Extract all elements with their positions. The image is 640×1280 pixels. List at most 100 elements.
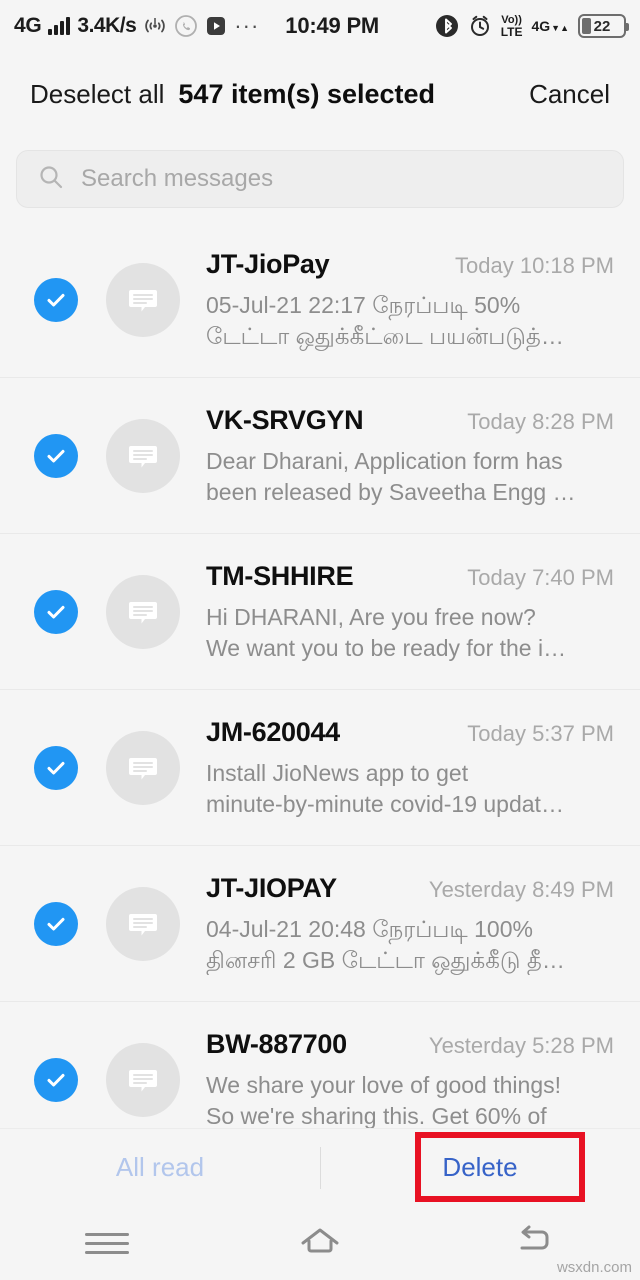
message-sender: JT-JioPay	[206, 249, 330, 280]
message-preview-line-1: 05-Jul-21 22:17 நேரப்படி 50%	[206, 292, 521, 319]
message-preview: Dear Dharani, Application form has been …	[206, 446, 614, 507]
battery-icon: 22	[578, 14, 629, 38]
message-preview-line-2: minute-by-minute covid-19 updat…	[206, 790, 564, 817]
table-row[interactable]: TM-SHHIRE Today 7:40 PM Hi DHARANI, Are …	[0, 534, 640, 690]
message-avatar-icon	[106, 263, 180, 337]
message-preview-line-2: been released by Saveetha Engg …	[206, 478, 576, 505]
message-avatar-icon	[106, 1043, 180, 1117]
message-body: VK-SRVGYN Today 8:28 PM Dear Dharani, Ap…	[206, 405, 618, 507]
status-bar-left: 4G 3.4K/s ···	[14, 14, 259, 38]
message-preview-line-2: So we're sharing this. Get 60% of	[206, 1102, 547, 1129]
data-arrows-icon: ▼▲	[551, 23, 569, 33]
message-preview-line-1: 04-Jul-21 20:48 நேரப்படி 100%	[206, 916, 533, 943]
message-avatar-icon	[106, 419, 180, 493]
message-preview-line-2: We want you to be ready for the i…	[206, 634, 567, 661]
message-preview: 04-Jul-21 20:48 நேரப்படி 100% தினசரி 2 G…	[206, 914, 614, 975]
message-sender: TM-SHHIRE	[206, 561, 354, 592]
menu-button[interactable]	[0, 1227, 213, 1260]
table-row[interactable]: JT-JioPay Today 10:18 PM 05-Jul-21 22:17…	[0, 222, 640, 378]
message-top-line: VK-SRVGYN Today 8:28 PM	[206, 405, 614, 436]
battery-percent-label: 22	[593, 17, 611, 35]
hotspot-icon	[143, 15, 167, 37]
message-time: Today 8:28 PM	[467, 409, 614, 435]
message-time: Yesterday 8:49 PM	[428, 877, 614, 903]
message-list[interactable]: JT-JioPay Today 10:18 PM 05-Jul-21 22:17…	[0, 222, 640, 1128]
message-preview-line-1: Install JioNews app to get	[206, 760, 469, 787]
data-speed-label: 3.4K/s	[77, 14, 137, 37]
message-preview-line-2: டேட்டா ஒதுக்கீட்டை பயன்படுத்…	[206, 322, 564, 349]
back-button[interactable]	[427, 1224, 640, 1263]
message-time: Today 7:40 PM	[467, 565, 614, 591]
search-bar[interactable]: Search messages	[16, 150, 624, 208]
table-row[interactable]: JT-JIOPAY Yesterday 8:49 PM 04-Jul-21 20…	[0, 846, 640, 1002]
checkbox-selected[interactable]	[34, 902, 78, 946]
checkbox-selected[interactable]	[34, 1058, 78, 1102]
message-avatar-icon	[106, 887, 180, 961]
checkbox-selected[interactable]	[34, 278, 78, 322]
message-body: JT-JIOPAY Yesterday 8:49 PM 04-Jul-21 20…	[206, 873, 618, 975]
table-row[interactable]: JM-620044 Today 5:37 PM Install JioNews …	[0, 690, 640, 846]
message-time: Yesterday 5:28 PM	[428, 1033, 614, 1059]
message-top-line: JT-JioPay Today 10:18 PM	[206, 249, 614, 280]
message-preview: Hi DHARANI, Are you free now? We want yo…	[206, 602, 614, 663]
volte-icon: Vo)) LTE	[500, 13, 523, 39]
alarm-clock-icon	[468, 14, 492, 38]
message-preview-line-1: Hi DHARANI, Are you free now?	[206, 604, 536, 631]
cancel-button[interactable]: Cancel	[529, 79, 610, 110]
checkbox-selected[interactable]	[34, 590, 78, 634]
status-bar: 4G 3.4K/s ··· 10:49 PM Vo)) LTE 4G ▼▲ 22	[0, 0, 640, 52]
mobile-data-icon: 4G ▼▲	[531, 19, 569, 33]
whatsapp-icon	[174, 14, 198, 38]
message-body: JT-JioPay Today 10:18 PM 05-Jul-21 22:17…	[206, 249, 618, 351]
table-row[interactable]: VK-SRVGYN Today 8:28 PM Dear Dharani, Ap…	[0, 378, 640, 534]
message-top-line: BW-887700 Yesterday 5:28 PM	[206, 1029, 614, 1060]
bluetooth-icon	[435, 14, 459, 38]
message-body: TM-SHHIRE Today 7:40 PM Hi DHARANI, Are …	[206, 561, 618, 663]
message-preview: Install JioNews app to get minute-by-min…	[206, 758, 614, 819]
signal-bars-icon	[48, 17, 71, 35]
all-read-button[interactable]: All read	[0, 1152, 320, 1183]
video-play-icon	[205, 15, 227, 37]
message-sender: JM-620044	[206, 717, 340, 748]
message-sender: BW-887700	[206, 1029, 347, 1060]
back-icon	[512, 1224, 554, 1263]
message-time: Today 5:37 PM	[467, 721, 614, 747]
checkbox-selected[interactable]	[34, 746, 78, 790]
action-divider	[320, 1147, 321, 1189]
message-preview: We share your love of good things! So we…	[206, 1070, 614, 1128]
mobile-data-label: 4G	[531, 18, 551, 34]
status-overflow-icon: ···	[234, 13, 260, 38]
message-body: BW-887700 Yesterday 5:28 PM We share you…	[206, 1029, 618, 1128]
message-avatar-icon	[106, 731, 180, 805]
deselect-all-button[interactable]: Deselect all	[30, 79, 164, 110]
message-preview-line-1: We share your love of good things!	[206, 1072, 562, 1099]
volte-top-label: Vo))	[501, 13, 522, 26]
search-icon	[37, 163, 65, 196]
selected-count-label: 547 item(s) selected	[178, 78, 436, 109]
message-sender: JT-JIOPAY	[206, 873, 337, 904]
message-time: Today 10:18 PM	[455, 253, 614, 279]
watermark: wsxdn.com	[556, 1259, 632, 1276]
selection-header: Deselect all 547 item(s) selected Cancel	[0, 52, 640, 136]
table-row[interactable]: BW-887700 Yesterday 5:28 PM We share you…	[0, 1002, 640, 1128]
menu-icon	[84, 1227, 129, 1260]
message-preview-line-1: Dear Dharani, Application form has	[206, 448, 563, 475]
home-icon	[297, 1223, 343, 1264]
delete-button[interactable]: Delete	[320, 1152, 640, 1183]
message-preview: 05-Jul-21 22:17 நேரப்படி 50% டேட்டா ஒதுக…	[206, 290, 614, 351]
search-input[interactable]: Search messages	[81, 165, 273, 193]
checkbox-selected[interactable]	[34, 434, 78, 478]
volte-bottom-label: LTE	[500, 24, 523, 39]
home-button[interactable]	[213, 1223, 426, 1264]
message-top-line: TM-SHHIRE Today 7:40 PM	[206, 561, 614, 592]
network-type-label: 4G	[14, 14, 42, 37]
message-preview-line-2: தினசரி 2 GB டேட்டா ஒதுக்கீடு தீ…	[206, 946, 565, 973]
message-avatar-icon	[106, 575, 180, 649]
message-body: JM-620044 Today 5:37 PM Install JioNews …	[206, 717, 618, 819]
search-container: Search messages	[0, 136, 640, 222]
system-nav-bar: wsxdn.com	[0, 1206, 640, 1280]
action-bar: All read Delete	[0, 1128, 640, 1206]
phone-screen: 4G 3.4K/s ··· 10:49 PM Vo)) LTE 4G ▼▲ 22…	[0, 0, 640, 1280]
status-bar-right: Vo)) LTE 4G ▼▲ 22	[435, 13, 629, 39]
message-sender: VK-SRVGYN	[206, 405, 364, 436]
